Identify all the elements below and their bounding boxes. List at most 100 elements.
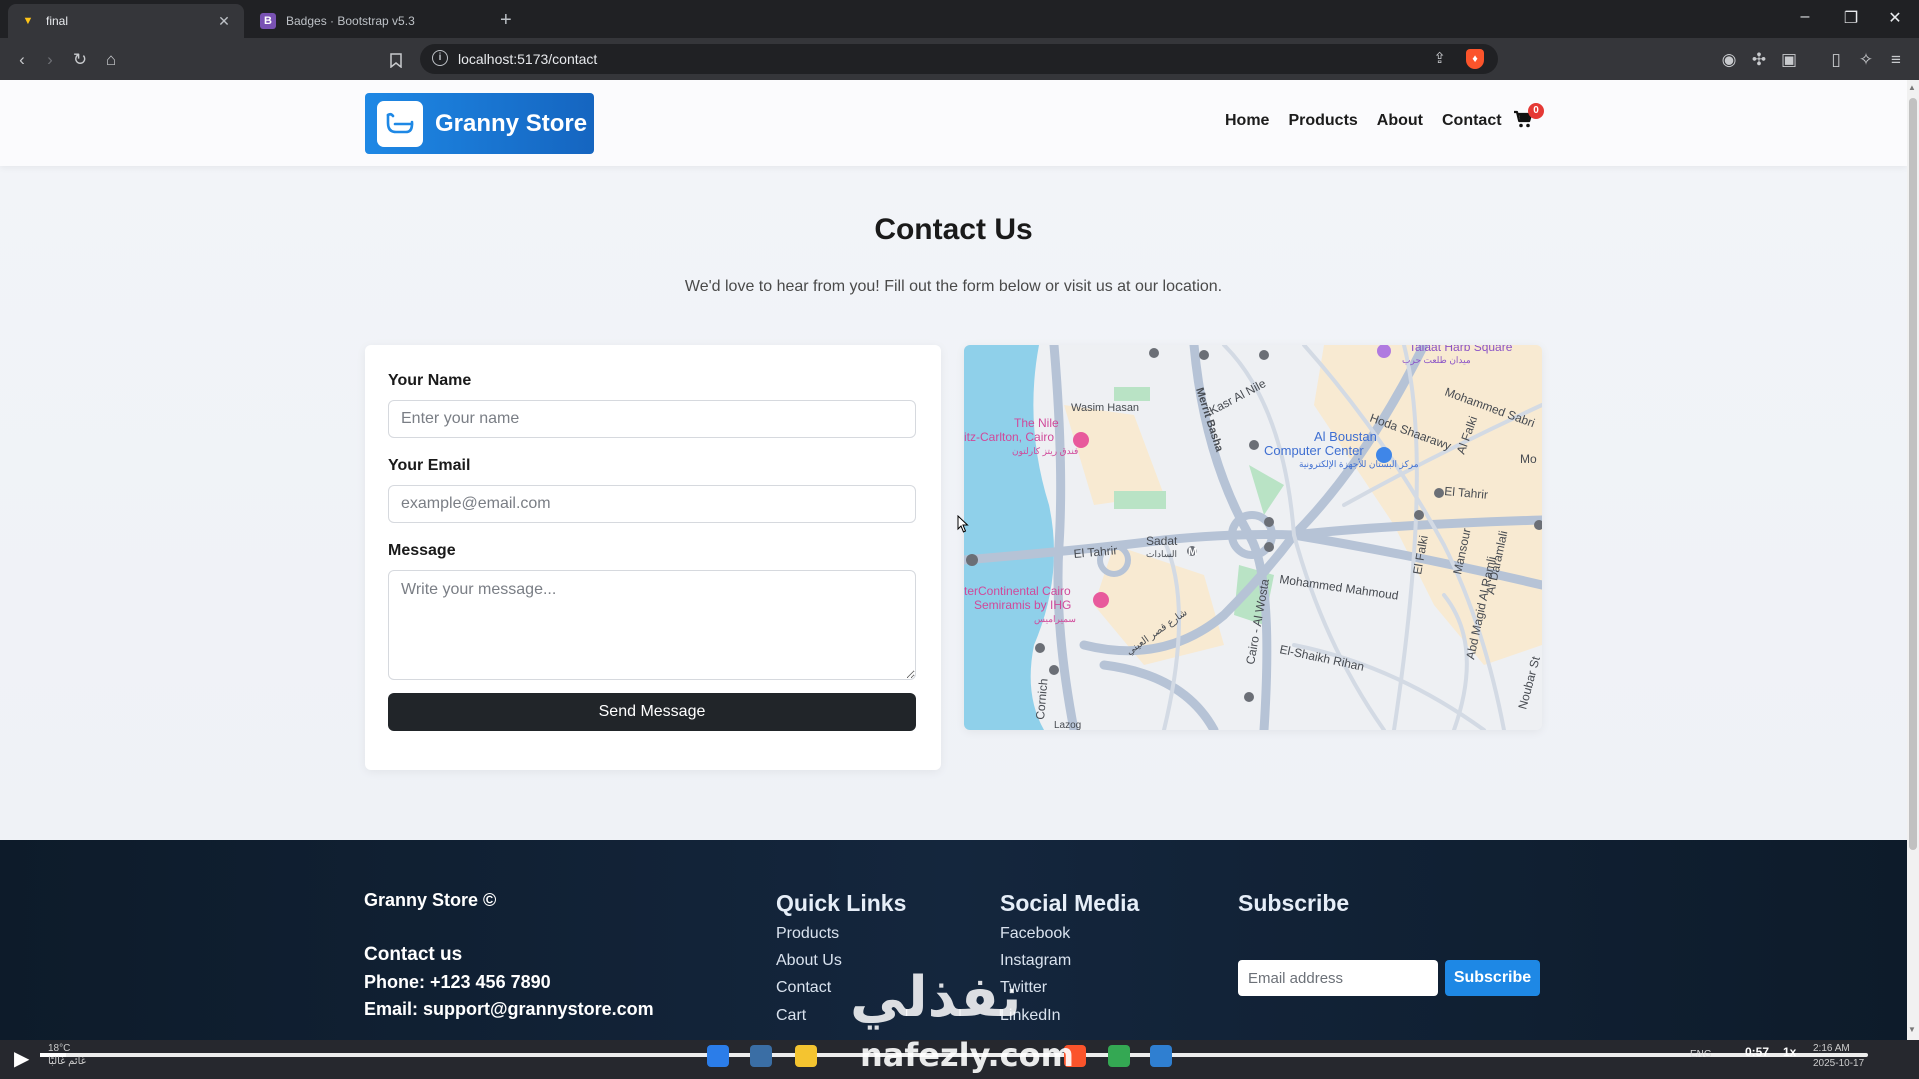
restore-button[interactable]: ❐: [1836, 8, 1866, 28]
footer-subscribe-heading: Subscribe: [1238, 890, 1350, 916]
leo-ai-icon[interactable]: ✧: [1854, 48, 1878, 72]
watermark-url: nafezly.com: [860, 1036, 1074, 1074]
nav-about[interactable]: About: [1377, 112, 1423, 130]
nav-products[interactable]: Products: [1288, 112, 1357, 130]
footer-brand: Granny Store ©: [364, 890, 497, 910]
map-label-talaat-harb: Talaat Harb Square: [1409, 345, 1513, 354]
menu-icon[interactable]: ≡: [1884, 48, 1908, 72]
clock-date: 2025-10-17: [1813, 1058, 1865, 1069]
system-clock: 2:16 AM 2025-10-17: [1813, 1041, 1864, 1071]
tab-title: final: [46, 14, 69, 28]
wallet-icon[interactable]: ▣: [1777, 48, 1801, 72]
map-label-al-boustan: Al Boustan: [1314, 429, 1377, 444]
page-viewport: Granny Store Home Products About Contact…: [0, 80, 1907, 1040]
clock-time: 2:16 AM: [1813, 1043, 1850, 1054]
weather-desc: غائم غالبًا: [48, 1056, 86, 1067]
video-time: 0:57: [1745, 1045, 1770, 1059]
weather-temp: 18°C: [48, 1043, 71, 1054]
share-icon[interactable]: ⇪: [1433, 49, 1446, 67]
sidebar-icon[interactable]: ▯: [1824, 48, 1848, 72]
footer-link-facebook[interactable]: Facebook: [1000, 925, 1070, 943]
watermark-logo: نفذلي: [850, 965, 1022, 1030]
brand-logo[interactable]: Granny Store: [365, 93, 594, 154]
footer-contact-heading: Contact us: [364, 944, 463, 965]
footer-link-contact[interactable]: Contact: [776, 979, 831, 997]
map-label-intercontinental: terContinental Cairo: [964, 584, 1071, 598]
map-label-the-nile: The Nile: [1014, 416, 1059, 430]
name-label: Your Name: [388, 372, 472, 389]
mouse-cursor-icon: [957, 514, 969, 538]
address-bar[interactable]: i localhost:5173/contact ⇪ ♦: [420, 44, 1498, 74]
back-icon[interactable]: ‹: [10, 48, 34, 72]
taskbar-app-icon[interactable]: [750, 1045, 772, 1067]
location-map[interactable]: Talaat Harb Square ميدان طلعت حرب Wasim …: [964, 345, 1542, 730]
name-input[interactable]: [388, 400, 916, 438]
bookmark-icon[interactable]: [384, 48, 408, 72]
map-label-wasim: Wasim Hasan: [1071, 402, 1139, 414]
home-icon[interactable]: ⌂: [99, 48, 123, 72]
map-label-computer-center: Computer Center: [1264, 443, 1364, 458]
nav-home[interactable]: Home: [1225, 112, 1269, 130]
map-label-ritz-ar: فندق ريتز كارلتون: [1012, 446, 1078, 457]
play-icon[interactable]: ▶: [14, 1046, 29, 1071]
subscribe-button[interactable]: Subscribe: [1445, 960, 1540, 996]
footer-link-products[interactable]: Products: [776, 925, 839, 943]
weather-widget: 18°C غائم غالبًا: [48, 1042, 86, 1068]
close-icon[interactable]: ✕: [216, 13, 232, 30]
chrome-icon[interactable]: [1108, 1045, 1130, 1067]
video-speed[interactable]: 1x: [1783, 1045, 1796, 1059]
browser-toolbar: ‹ › ↻ ⌂ i localhost:5173/contact ⇪ ♦ ◉ ✣…: [0, 38, 1919, 80]
brave-shield-icon[interactable]: ♦: [1466, 49, 1484, 69]
new-tab-button[interactable]: +: [500, 9, 512, 32]
map-label-talaat-harb-ar: ميدان طلعت حرب: [1402, 355, 1471, 366]
map-label-semiramis-ar: سميراميس: [1034, 614, 1076, 625]
close-window-button[interactable]: ✕: [1880, 8, 1910, 28]
extensions-icon[interactable]: ✣: [1747, 48, 1771, 72]
footer-link-cart[interactable]: Cart: [776, 1007, 806, 1025]
page-subtitle: We'd love to hear from you! Fill out the…: [684, 278, 1223, 295]
bootstrap-icon: B: [260, 13, 276, 29]
subscribe-email-input[interactable]: [1238, 960, 1438, 996]
reload-icon[interactable]: ↻: [68, 48, 92, 72]
scroll-up-icon[interactable]: ▲: [1908, 83, 1916, 92]
email-input[interactable]: [388, 485, 916, 523]
map-label-ritz: itz-Carlton, Cairo: [964, 430, 1054, 444]
bathtub-icon: [377, 100, 423, 147]
map-label-sadat: Sadat: [1146, 534, 1178, 548]
tab-final[interactable]: ▼ final ✕: [8, 4, 244, 38]
page-title: Contact Us: [874, 213, 1033, 246]
scrollbar-thumb[interactable]: [1909, 98, 1917, 850]
browser-tab-bar: ▼ final ✕ B Badges · Bootstrap v5.3 + – …: [0, 0, 1919, 38]
footer-phone: Phone: +123 456 7890: [364, 972, 551, 992]
metro-icon: M: [1188, 546, 1197, 558]
windows-start-icon[interactable]: [707, 1045, 729, 1067]
minimize-button[interactable]: –: [1790, 8, 1820, 26]
map-label-semiramis: Semiramis by IHG: [974, 598, 1071, 612]
map-label-mo: Mo: [1520, 452, 1537, 466]
camera-icon[interactable]: ◉: [1717, 48, 1741, 72]
vscode-icon[interactable]: [1150, 1045, 1172, 1067]
tab-bootstrap-badges[interactable]: B Badges · Bootstrap v5.3: [248, 4, 488, 38]
footer-social-heading: Social Media: [1000, 890, 1140, 916]
file-explorer-icon[interactable]: [795, 1045, 817, 1067]
scroll-down-icon[interactable]: ▼: [1908, 1025, 1916, 1034]
page-scrollbar[interactable]: ▲ ▼: [1907, 80, 1919, 1040]
map-label-boustan-ar: مركز البستان للأجهزة الإلكترونية: [1299, 458, 1419, 470]
cart-count-badge: 0: [1528, 103, 1544, 119]
url-text: localhost:5173/contact: [458, 51, 598, 67]
message-label: Message: [388, 542, 456, 559]
map-label-corniche-bottom: Lazog: [1054, 720, 1081, 730]
map-label-sadat-ar: السادات: [1146, 549, 1177, 559]
message-textarea[interactable]: [388, 570, 916, 680]
send-message-button[interactable]: Send Message: [388, 693, 916, 731]
nav-contact[interactable]: Contact: [1442, 112, 1502, 130]
site-info-icon[interactable]: i: [432, 50, 448, 66]
forward-icon[interactable]: ›: [38, 48, 62, 72]
tab-title: Badges · Bootstrap v5.3: [286, 14, 415, 28]
footer-quick-links-heading: Quick Links: [776, 890, 907, 916]
site-navbar: Granny Store Home Products About Contact…: [0, 80, 1907, 166]
brand-name: Granny Store: [435, 109, 588, 137]
language-indicator: ENG: [1690, 1049, 1712, 1060]
contact-form: Your Name Your Email Message Send Messag…: [365, 345, 941, 770]
footer-link-about[interactable]: About Us: [776, 952, 842, 970]
